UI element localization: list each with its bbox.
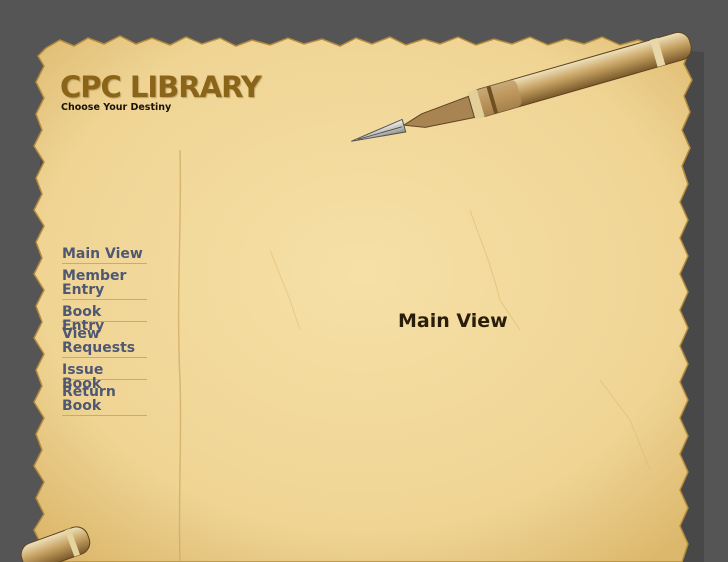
site-title: CPC LIBRARY (60, 70, 262, 104)
nav-link-issue-book[interactable]: Issue Book (62, 361, 147, 391)
page: CPC LIBRARY Choose Your Destiny Main Vie… (0, 0, 728, 562)
nav-link-book-entry[interactable]: Book Entry (62, 303, 147, 333)
nav-link-view-requests[interactable]: View Requests (62, 325, 147, 358)
page-heading: Main View (398, 310, 508, 332)
sidebar-nav: Main View Member Entry Book Entry View R… (62, 245, 147, 419)
nav-link-member-entry[interactable]: Member Entry (62, 267, 147, 300)
nav-link-return-book[interactable]: Return Book (62, 383, 147, 416)
nav-link-main-view[interactable]: Main View (62, 245, 147, 264)
site-tagline: Choose Your Destiny (61, 102, 172, 113)
